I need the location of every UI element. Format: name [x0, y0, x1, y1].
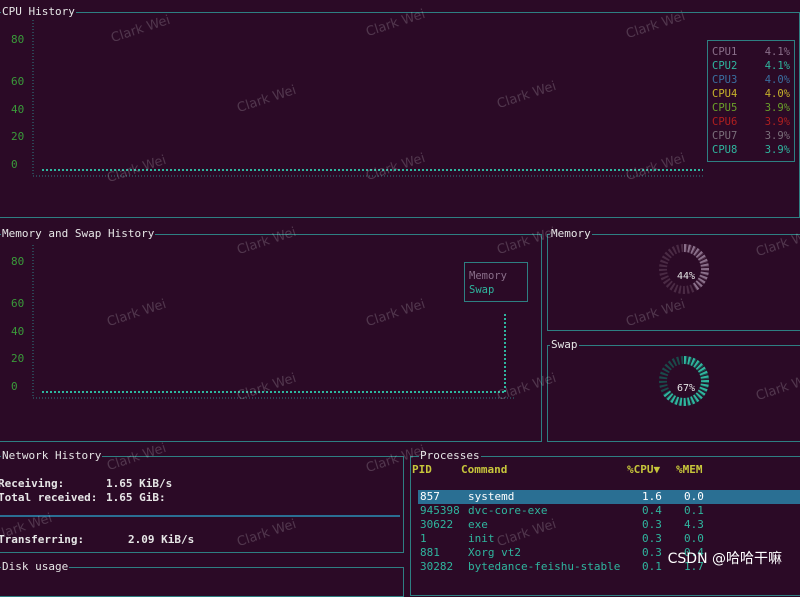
- process-pid: 30282: [420, 560, 454, 573]
- processes-title: Processes: [419, 449, 481, 463]
- process-pid: 881: [420, 546, 440, 559]
- process-row[interactable]: 30622 exe 0.3 4.3: [418, 518, 800, 532]
- receiving-label: Receiving:: [0, 477, 65, 490]
- receiving-value: 1.65 KiB/s: [106, 477, 173, 490]
- disk-usage-title: Disk usage: [1, 560, 70, 574]
- process-command: dvc-core-exe: [468, 504, 548, 517]
- process-cpu: 0.1: [642, 560, 662, 573]
- process-command: bytedance-feishu-stable: [468, 560, 621, 573]
- process-cpu: 0.3: [642, 518, 662, 531]
- process-cpu: 0.3: [642, 532, 662, 545]
- process-command: exe: [468, 518, 488, 531]
- process-command: systemd: [468, 490, 515, 503]
- process-command: Xorg vt2: [468, 546, 521, 559]
- process-row[interactable]: 945398 dvc-core-exe 0.4 0.1: [418, 504, 800, 518]
- process-mem: 0.1: [684, 504, 704, 517]
- process-command: init: [468, 532, 495, 545]
- swap-gauge-percent: 67%: [677, 383, 695, 394]
- process-mem: 0.0: [684, 532, 704, 545]
- csdn-credit: CSDN @哈哈干嘛: [667, 551, 782, 567]
- process-row[interactable]: 857 systemd 1.6 0.0: [418, 490, 800, 504]
- process-mem: 0.0: [684, 490, 704, 503]
- column-mem[interactable]: %MEM: [676, 463, 703, 477]
- process-mem: 4.3: [684, 518, 704, 531]
- column-pid[interactable]: PID: [412, 463, 432, 477]
- process-row[interactable]: 1 init 0.3 0.0: [418, 532, 800, 546]
- process-cpu: 0.3: [642, 546, 662, 559]
- column-command[interactable]: Command: [461, 463, 507, 477]
- process-cpu: 0.4: [642, 504, 662, 517]
- column-cpu[interactable]: %CPU▼: [627, 463, 660, 477]
- total-received-value: 1.65 GiB:: [106, 491, 166, 504]
- process-pid: 1: [420, 532, 427, 545]
- processes-header: PID Command %CPU▼ %MEM: [412, 463, 800, 477]
- process-cpu: 1.6: [642, 490, 662, 503]
- total-received-label: Total received:: [0, 491, 98, 504]
- process-pid: 30622: [420, 518, 454, 531]
- network-history-title: Network History: [1, 449, 103, 463]
- transferring-value: 2.09 KiB/s: [128, 533, 195, 546]
- process-pid: 857: [420, 490, 440, 503]
- process-pid: 945398: [420, 504, 460, 517]
- network-divider: [0, 515, 400, 517]
- disk-usage-panel: Disk usage: [0, 560, 404, 597]
